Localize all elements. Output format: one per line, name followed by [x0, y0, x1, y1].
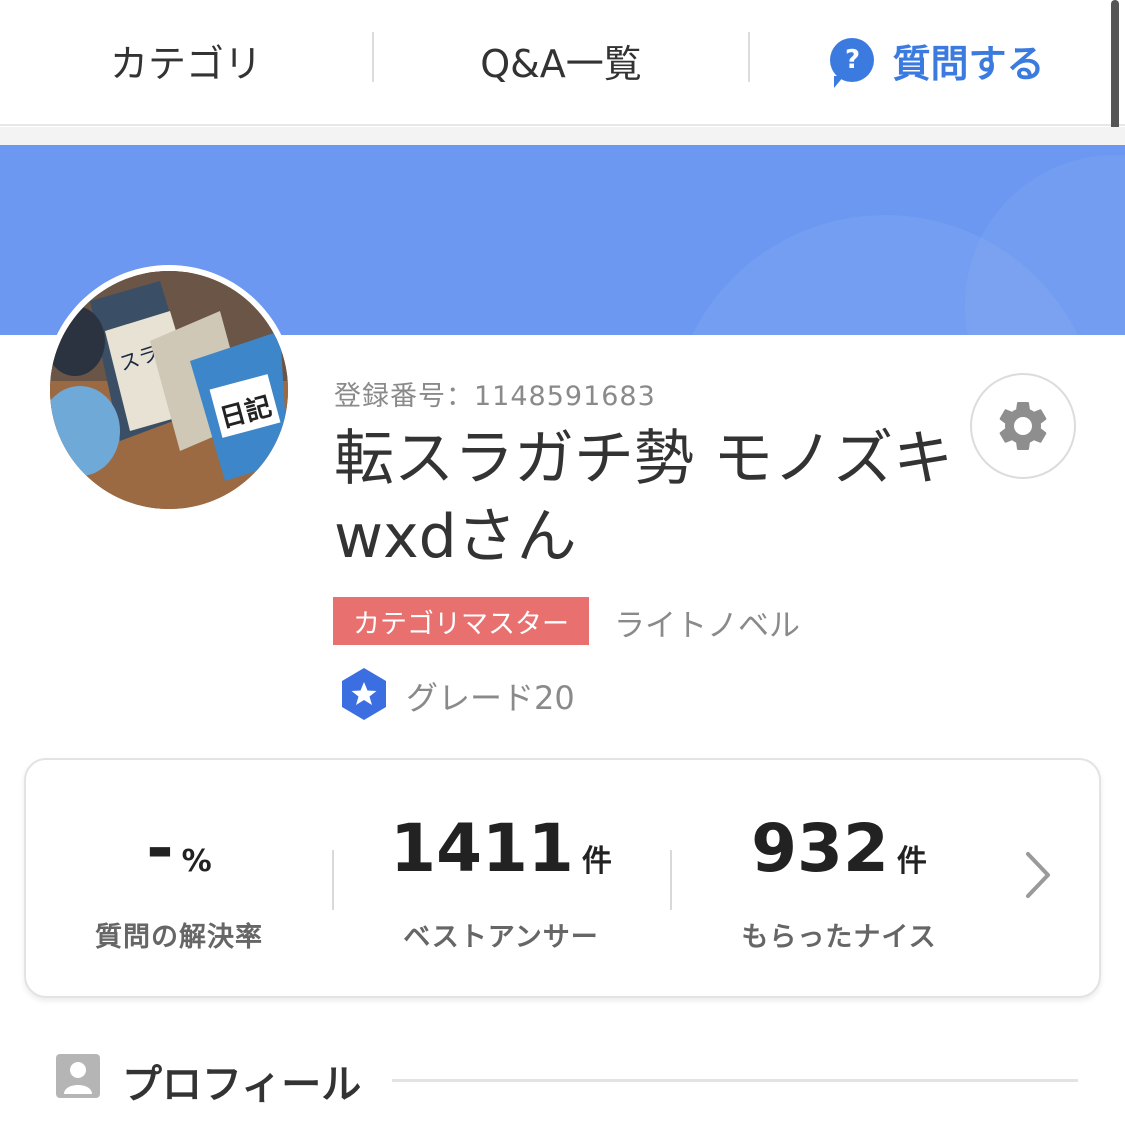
grade-star-icon	[342, 668, 386, 720]
person-icon	[56, 1054, 100, 1098]
chevron-right-icon[interactable]	[1014, 850, 1064, 900]
stat-value: 932	[751, 810, 889, 887]
nav-qa-list-label: Q&A一覧	[480, 41, 642, 86]
ask-question-label: 質問する	[892, 41, 1045, 86]
nav-qa-list[interactable]: Q&A一覧	[374, 0, 748, 120]
avatar-image: スライム 日記	[50, 271, 288, 509]
gear-icon	[999, 401, 1047, 450]
stat-resolve-rate: -% 質問の解決率	[26, 760, 332, 1000]
stat-label: もらったナイス	[741, 922, 937, 953]
stat-unit: %	[181, 844, 212, 879]
stat-value: 1411	[390, 810, 574, 887]
ask-question-button[interactable]: ? 質問する	[750, 0, 1125, 120]
grade-label: グレード20	[406, 679, 575, 717]
banner-decoration	[965, 155, 1125, 335]
registration-number: 登録番号：1148591683	[334, 381, 656, 412]
section-title: プロフィール	[122, 1062, 362, 1108]
category-master-badge: カテゴリマスター	[333, 597, 589, 645]
top-navigation: カテゴリ Q&A一覧 ? 質問する	[0, 0, 1125, 126]
settings-button[interactable]	[970, 373, 1076, 479]
username: 転スラガチ勢 モノズキwxdさん	[334, 424, 954, 572]
stats-card[interactable]: -% 質問の解決率 1411 件 ベストアンサー 932 件 もらったナイス	[24, 758, 1101, 998]
stat-unit: 件	[896, 844, 927, 879]
stat-label: 質問の解決率	[95, 922, 263, 953]
stat-nice: 932 件 もらったナイス	[670, 760, 1008, 1000]
nav-category[interactable]: カテゴリ	[0, 0, 372, 120]
avatar[interactable]: スライム 日記	[44, 265, 294, 515]
avatar-photo: スライム 日記	[50, 271, 288, 509]
stat-unit: 件	[581, 844, 612, 879]
question-bubble-icon: ?	[830, 38, 875, 88]
stat-label: ベストアンサー	[403, 922, 599, 953]
divider-strip	[0, 127, 1125, 145]
stat-best-answer: 1411 件 ベストアンサー	[332, 760, 670, 1000]
badge-label: カテゴリマスター	[353, 608, 569, 640]
section-divider	[392, 1079, 1078, 1082]
nav-category-label: カテゴリ	[109, 41, 262, 86]
badge-category[interactable]: ライトノベル	[614, 600, 800, 645]
stat-value: -	[146, 810, 174, 887]
